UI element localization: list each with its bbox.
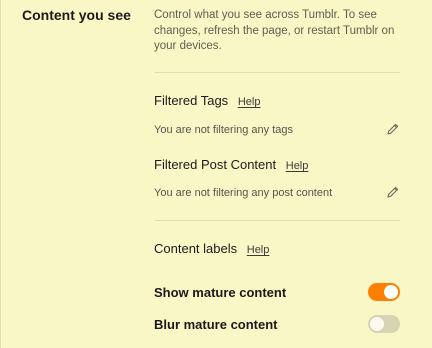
toggle-knob (370, 317, 384, 331)
panel-left-border (0, 0, 1, 348)
content-labels-heading: Content labels Help (154, 241, 269, 256)
filtered-post-content-help-link[interactable]: Help (286, 160, 309, 172)
pencil-icon[interactable] (386, 122, 400, 136)
divider (154, 220, 400, 221)
divider (154, 72, 400, 73)
show-mature-content-toggle[interactable] (368, 283, 400, 301)
filtered-tags-help-link[interactable]: Help (238, 96, 261, 108)
blur-mature-content-label: Blur mature content (154, 317, 278, 332)
filtered-tags-status: You are not filtering any tags (154, 124, 294, 136)
filtered-post-content-label: Filtered Post Content (154, 157, 277, 172)
content-labels-label: Content labels (154, 241, 238, 256)
pencil-icon[interactable] (386, 185, 400, 199)
filtered-post-content-heading: Filtered Post Content Help (154, 157, 308, 172)
blur-mature-content-toggle[interactable] (368, 315, 400, 333)
toggle-knob (384, 285, 398, 299)
section-title: Content you see (22, 7, 131, 23)
content-labels-help-link[interactable]: Help (247, 244, 270, 256)
show-mature-content-label: Show mature content (154, 285, 287, 300)
section-description: Control what you see across Tumblr. To s… (154, 9, 395, 52)
filtered-tags-label: Filtered Tags (154, 93, 229, 108)
filtered-tags-heading: Filtered Tags Help (154, 93, 260, 108)
filtered-post-content-status: You are not filtering any post content (154, 187, 333, 199)
